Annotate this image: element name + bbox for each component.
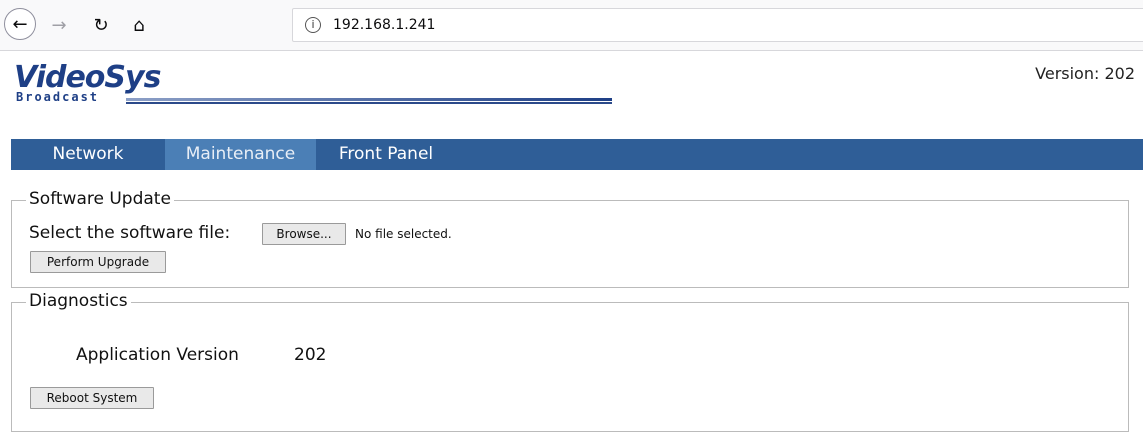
url-text[interactable]: 192.168.1.241 — [333, 17, 435, 33]
perform-upgrade-button[interactable]: Perform Upgrade — [30, 251, 166, 273]
version-label: Version: 202 — [1035, 64, 1135, 83]
select-file-label: Select the software file: — [29, 223, 231, 243]
tab-front-panel[interactable]: Front Panel — [316, 139, 456, 170]
software-update-section: Software Update Select the software file… — [11, 189, 1129, 288]
software-update-legend: Software Update — [26, 189, 174, 209]
browse-button[interactable]: Browse... — [262, 223, 346, 245]
diagnostics-legend: Diagnostics — [26, 291, 131, 311]
browser-toolbar: ← → ↻ ⌂ i 192.168.1.241 — [0, 0, 1143, 51]
logo-underline — [126, 98, 612, 101]
tab-network[interactable]: Network — [11, 139, 165, 170]
tab-maintenance[interactable]: Maintenance — [165, 139, 316, 170]
back-arrow-icon[interactable]: ← — [4, 8, 36, 40]
reload-icon[interactable]: ↻ — [86, 10, 116, 40]
logo-subtitle: Broadcast — [16, 90, 100, 104]
home-icon[interactable]: ⌂ — [124, 10, 154, 40]
address-bar[interactable]: i 192.168.1.241 — [292, 8, 1143, 42]
diagnostics-section: Diagnostics Application Version 202 Rebo… — [11, 291, 1129, 432]
forward-arrow-icon[interactable]: → — [44, 10, 74, 40]
no-file-status: No file selected. — [355, 227, 452, 241]
videosys-logo: VideoSys Broadcast — [14, 60, 612, 106]
info-icon[interactable]: i — [305, 17, 321, 33]
application-version-label: Application Version — [76, 345, 239, 365]
logo-underline-dark — [126, 102, 612, 104]
application-version-value: 202 — [294, 345, 327, 365]
reboot-system-button[interactable]: Reboot System — [30, 387, 154, 409]
tab-bar: Network Maintenance Front Panel — [11, 139, 1143, 170]
